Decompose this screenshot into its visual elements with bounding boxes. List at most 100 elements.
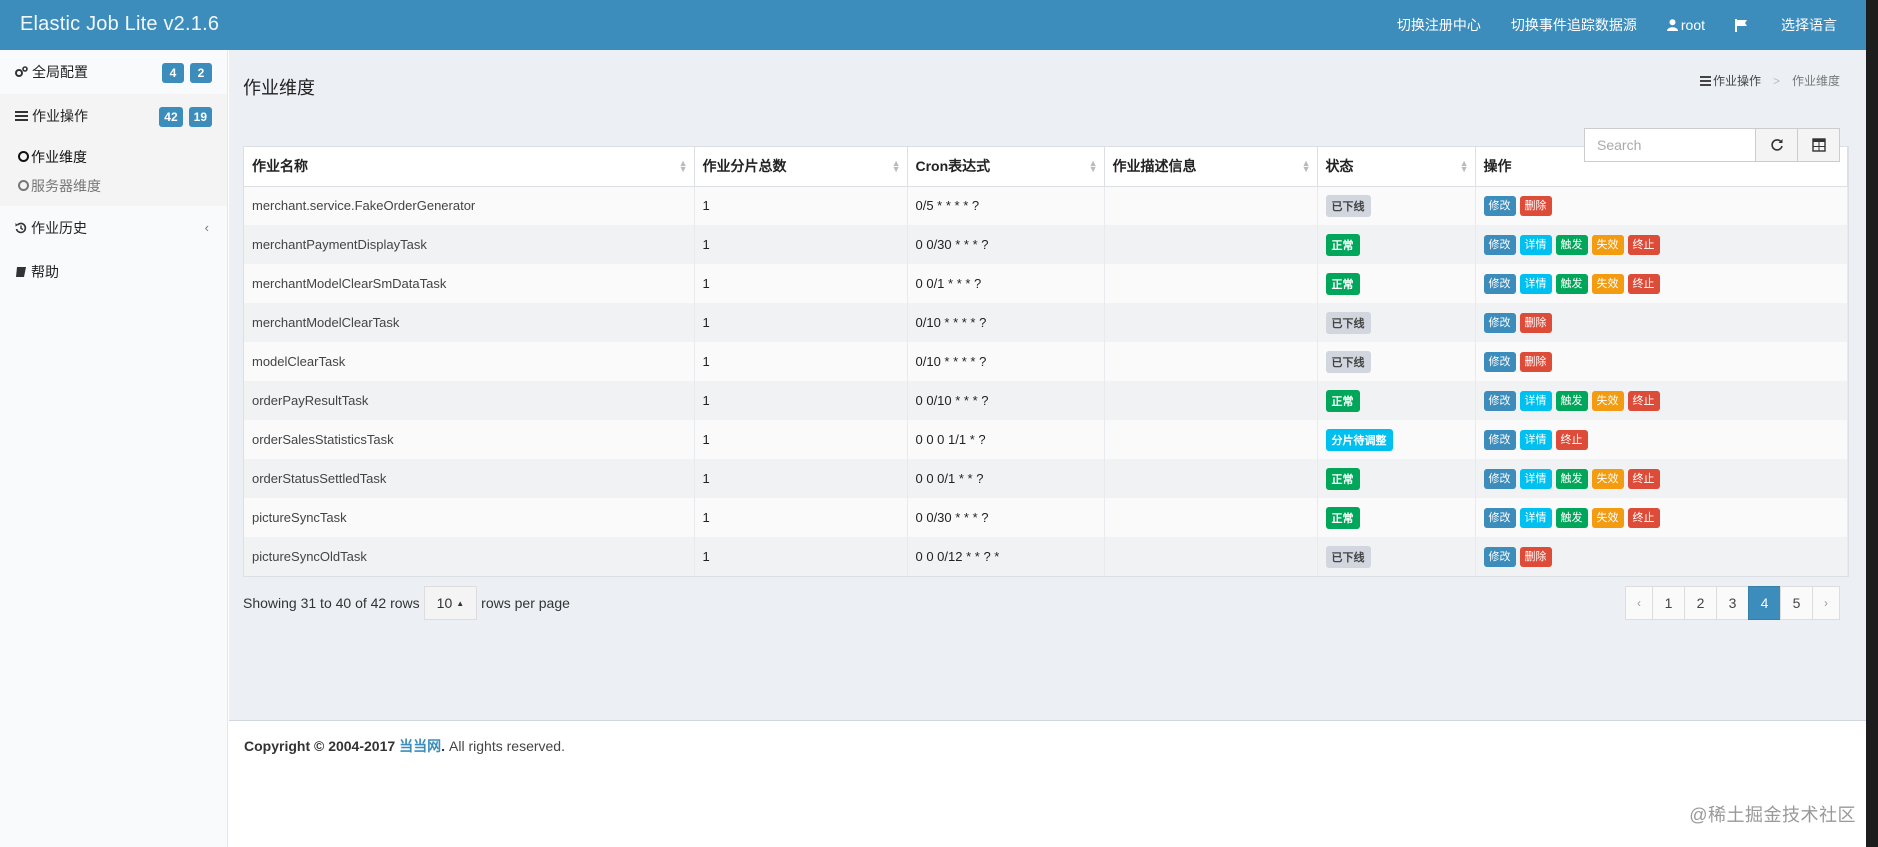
- operations-cell: 修改 详情 终止: [1475, 420, 1848, 459]
- table-row: pictureSyncTask 1 0 0/30 * * * ? 正常 修改 详情 触发 失效…: [244, 498, 1848, 537]
- page-number-button[interactable]: 4: [1748, 586, 1781, 620]
- rows-per-page-select[interactable]: 10 ▲: [423, 586, 478, 620]
- pagination: ‹ 1 2 3 4 5 ›: [1625, 586, 1840, 620]
- company-link[interactable]: 当当网: [399, 736, 441, 756]
- description-cell: [1104, 225, 1318, 264]
- sort-icon: ▲ ▼: [891, 158, 901, 174]
- edit-button[interactable]: 修改: [1483, 546, 1516, 567]
- page-number-button[interactable]: 5: [1780, 586, 1813, 620]
- page-number-button[interactable]: 1: [1652, 586, 1685, 620]
- shutdown-button[interactable]: 终止: [1627, 234, 1660, 255]
- sharding-count-cell: 1: [694, 537, 908, 576]
- count-badge: 42: [159, 107, 183, 127]
- rights-text: All rights reserved.: [449, 737, 565, 754]
- switch-datasource-link[interactable]: 切换事件追踪数据源: [1496, 0, 1652, 50]
- sidebar-item-label: 作业操作: [32, 108, 88, 124]
- refresh-button[interactable]: [1756, 128, 1798, 162]
- detail-button[interactable]: 详情: [1519, 234, 1552, 255]
- sidebar-item-global-config[interactable]: 全局配置 4 2: [0, 50, 227, 94]
- edit-button[interactable]: 修改: [1483, 390, 1516, 411]
- prev-page-button[interactable]: ‹: [1625, 586, 1653, 620]
- cron-cell: 0 0/1 * * * ?: [907, 264, 1105, 303]
- shutdown-button[interactable]: 终止: [1627, 507, 1660, 528]
- operations-cell: 修改 删除: [1475, 303, 1848, 342]
- page-number-button[interactable]: 3: [1716, 586, 1749, 620]
- window-edge: [1866, 0, 1878, 847]
- detail-button[interactable]: 详情: [1519, 507, 1552, 528]
- detail-button[interactable]: 详情: [1519, 273, 1552, 294]
- edit-button[interactable]: 修改: [1483, 429, 1516, 450]
- cron-cell: 0/10 * * * * ?: [907, 303, 1105, 342]
- breadcrumb-link[interactable]: 作业操作: [1713, 72, 1761, 89]
- sort-icon: ▲ ▼: [1459, 158, 1469, 174]
- shutdown-button[interactable]: 终止: [1627, 273, 1660, 294]
- sidebar-item-job-operations[interactable]: 作业操作 42 19: [0, 94, 227, 138]
- delete-button[interactable]: 删除: [1519, 546, 1552, 567]
- status-badge: 正常: [1325, 233, 1360, 256]
- column-header[interactable]: Cron表达式 ▲ ▼: [907, 147, 1105, 187]
- column-header[interactable]: 状态 ▲ ▼: [1317, 147, 1476, 187]
- status-badge: 分片待调整: [1325, 428, 1393, 451]
- sidebar-item-job-dimension[interactable]: 作业维度: [0, 142, 227, 171]
- delete-button[interactable]: 删除: [1519, 312, 1552, 333]
- edit-button[interactable]: 修改: [1483, 312, 1516, 333]
- sidebar-item-server-dimension[interactable]: 服务器维度: [0, 171, 227, 200]
- status-badge: 已下线: [1325, 311, 1371, 334]
- trigger-button[interactable]: 触发: [1555, 390, 1588, 411]
- delete-button[interactable]: 删除: [1519, 351, 1552, 372]
- next-page-button[interactable]: ›: [1812, 586, 1840, 620]
- edit-button[interactable]: 修改: [1483, 273, 1516, 294]
- copyright-text: Copyright © 2004-2017: [244, 737, 396, 754]
- column-header[interactable]: 作业描述信息 ▲ ▼: [1104, 147, 1318, 187]
- shutdown-button[interactable]: 终止: [1627, 468, 1660, 489]
- trigger-button[interactable]: 触发: [1555, 234, 1588, 255]
- edit-button[interactable]: 修改: [1483, 468, 1516, 489]
- flag-button[interactable]: [1720, 0, 1766, 50]
- disable-button[interactable]: 失效: [1591, 507, 1624, 528]
- user-menu[interactable]: root: [1652, 0, 1720, 50]
- cron-cell: 0 0/30 * * * ?: [907, 225, 1105, 264]
- delete-button[interactable]: 删除: [1519, 195, 1552, 216]
- trigger-button[interactable]: 触发: [1555, 273, 1588, 294]
- sort-icon: ▲ ▼: [678, 158, 688, 174]
- sidebar-item-help[interactable]: 帮助: [0, 250, 227, 294]
- trigger-button[interactable]: 触发: [1555, 468, 1588, 489]
- edit-button[interactable]: 修改: [1483, 351, 1516, 372]
- search-input[interactable]: [1584, 128, 1756, 162]
- columns-button[interactable]: [1798, 128, 1840, 162]
- rows-summary: Showing 31 to 40 of 42 rows: [243, 595, 420, 611]
- footer: Copyright © 2004-2017 当当网. All rights re…: [229, 720, 1866, 770]
- cron-cell: 0 0/30 * * * ?: [907, 498, 1105, 537]
- disable-button[interactable]: 失效: [1591, 273, 1624, 294]
- columns-icon: [1811, 138, 1826, 152]
- app-title[interactable]: Elastic Job Lite v2.1.6: [20, 13, 219, 36]
- detail-button[interactable]: 详情: [1519, 429, 1552, 450]
- detail-button[interactable]: 详情: [1519, 468, 1552, 489]
- column-header[interactable]: 作业名称 ▲ ▼: [244, 147, 695, 187]
- status-badge: 正常: [1325, 272, 1360, 295]
- job-name-cell: orderPayResultTask: [244, 381, 695, 420]
- switch-registry-link[interactable]: 切换注册中心: [1382, 0, 1496, 50]
- edit-button[interactable]: 修改: [1483, 195, 1516, 216]
- breadcrumb: 作业操作 > 作业维度: [1699, 72, 1840, 89]
- refresh-icon: [1770, 139, 1783, 151]
- table-row: merchantModelClearTask 1 0/10 * * * * ? 已下线…: [244, 303, 1848, 342]
- detail-button[interactable]: 详情: [1519, 390, 1552, 411]
- sharding-count-cell: 1: [694, 225, 908, 264]
- column-header[interactable]: 作业分片总数 ▲ ▼: [694, 147, 908, 187]
- description-cell: [1104, 264, 1318, 303]
- disable-button[interactable]: 失效: [1591, 468, 1624, 489]
- edit-button[interactable]: 修改: [1483, 234, 1516, 255]
- shutdown-button[interactable]: 终止: [1627, 390, 1660, 411]
- disable-button[interactable]: 失效: [1591, 234, 1624, 255]
- shutdown-button[interactable]: 终止: [1555, 429, 1588, 450]
- page-title: 作业维度: [243, 78, 315, 98]
- sidebar-item-job-history[interactable]: 作业历史 ‹: [0, 206, 227, 250]
- trigger-button[interactable]: 触发: [1555, 507, 1588, 528]
- language-select[interactable]: 选择语言: [1766, 0, 1852, 50]
- sidebar-item-label: 作业历史: [31, 220, 87, 236]
- edit-button[interactable]: 修改: [1483, 507, 1516, 528]
- page-number-button[interactable]: 2: [1684, 586, 1717, 620]
- disable-button[interactable]: 失效: [1591, 390, 1624, 411]
- sidebar-item-label: 作业维度: [31, 148, 87, 165]
